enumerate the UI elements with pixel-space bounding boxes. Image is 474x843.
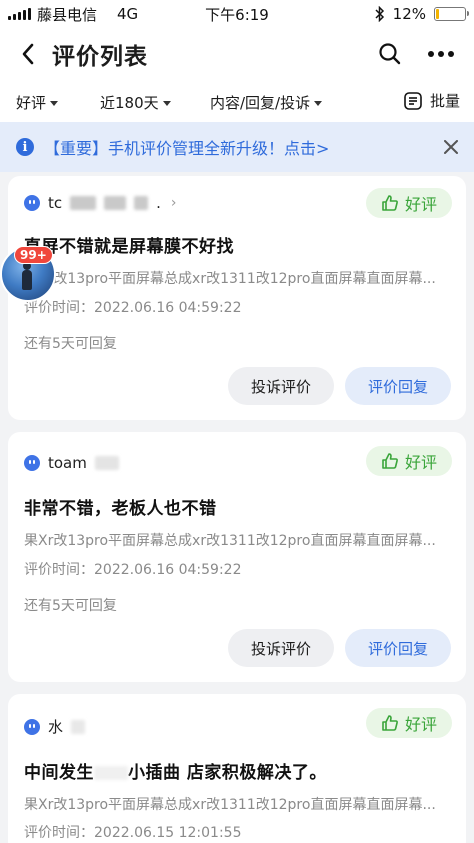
- reply-deadline: 还有5天可回复: [24, 598, 117, 614]
- masked-name: [104, 196, 127, 210]
- reply-button[interactable]: 评价回复: [345, 629, 451, 667]
- review-time: 评价时间：2022.06.16 04:59:22: [24, 562, 242, 578]
- user-icon: [24, 455, 40, 471]
- unread-count-badge: 99+: [14, 246, 53, 264]
- network-type: 4G: [117, 5, 139, 23]
- review-content: 直屏不错就是屏幕膜不好找: [24, 237, 234, 257]
- complain-button[interactable]: 投诉评价: [228, 367, 334, 405]
- period-filter[interactable]: 近180天: [100, 92, 171, 113]
- carrier-name: 藤县电信: [37, 5, 98, 24]
- masked-name: [134, 196, 149, 210]
- close-icon[interactable]: [442, 138, 460, 156]
- good-review-badge: 好评: [366, 188, 452, 218]
- search-icon[interactable]: [376, 40, 404, 68]
- review-card: 水 好评 中间发生 小插曲 店家积极解决了。 果Xr改13pro平面屏幕总成xr改…: [8, 694, 466, 843]
- review-content-part: 小插曲 店家积极解决了。: [128, 763, 327, 783]
- badge-label: 好评: [404, 195, 437, 214]
- battery-percent: 12%: [392, 5, 426, 23]
- caret-down-icon: [162, 101, 171, 106]
- review-card: toam 好评 非常不错，老板人也不错 果Xr改13pro平面屏幕总成xr改13…: [8, 432, 466, 682]
- review-content: 非常不错，老板人也不错: [24, 499, 217, 519]
- good-review-badge: 好评: [366, 708, 452, 738]
- badge-label: 好评: [404, 715, 437, 734]
- review-card: tc . › 好评 直屏不错就是屏幕膜不好找 果Xr改13pro平面屏幕总成xr…: [8, 176, 466, 420]
- reply-button[interactable]: 评价回复: [345, 367, 451, 405]
- reviewer-name-suffix: .: [156, 194, 161, 212]
- complain-button[interactable]: 投诉评价: [228, 629, 334, 667]
- type-filter[interactable]: 内容/回复/投诉: [210, 92, 323, 113]
- reviewer-row: tc . ›: [24, 194, 177, 212]
- masked-name: [71, 719, 86, 734]
- reviewer-name: 水: [48, 718, 64, 736]
- chevron-right-icon[interactable]: ›: [171, 195, 177, 211]
- status-bar: 藤县电信 4G 下午6:19 12%: [0, 0, 474, 28]
- reviewer-name: toam: [48, 454, 87, 472]
- page-title: 评价列表: [52, 44, 148, 70]
- product-title[interactable]: 果Xr改13pro平面屏幕总成xr改1311改12pro直面屏幕直面屏幕...: [24, 794, 448, 814]
- info-icon: i: [16, 138, 34, 156]
- reply-deadline: 还有5天可回复: [24, 336, 117, 352]
- back-arrow-icon[interactable]: [16, 42, 40, 66]
- type-filter-label: 内容/回复/投诉: [210, 94, 311, 112]
- review-time: 评价时间：2022.06.15 12:01:55: [24, 825, 242, 841]
- review-content-part: 中间发生: [24, 763, 94, 783]
- batch-button[interactable]: 批量: [404, 90, 460, 111]
- good-review-badge: 好评: [366, 446, 452, 476]
- thumbs-up-icon: [382, 453, 398, 469]
- nav-bar: 评价列表: [0, 28, 474, 80]
- user-icon: [24, 718, 40, 735]
- period-filter-label: 近180天: [100, 94, 159, 112]
- review-time: 评价时间：2022.06.16 04:59:22: [24, 300, 242, 316]
- notice-text[interactable]: 【重要】手机评价管理全新升级！点击>: [44, 135, 329, 159]
- rating-filter[interactable]: 好评: [16, 92, 59, 113]
- rating-filter-label: 好评: [16, 94, 47, 112]
- signal-icon: [8, 8, 31, 20]
- more-icon[interactable]: [426, 40, 456, 68]
- badge-label: 好评: [404, 453, 437, 472]
- floating-message-avatar[interactable]: 99+: [0, 246, 56, 302]
- review-content: 中间发生 小插曲 店家积极解决了。: [24, 758, 327, 783]
- filter-bar: 好评 近180天 内容/回复/投诉 批量: [0, 80, 474, 122]
- bluetooth-icon: [375, 6, 384, 22]
- upgrade-notice[interactable]: i 【重要】手机评价管理全新升级！点击>: [0, 122, 474, 172]
- thumbs-up-icon: [382, 715, 398, 731]
- batch-list-icon: [404, 91, 422, 110]
- caret-down-icon: [50, 101, 59, 106]
- reviewer-name: tc: [48, 194, 63, 212]
- user-icon: [24, 195, 40, 211]
- masked-name: [70, 196, 97, 210]
- battery-icon: [434, 7, 469, 21]
- thumbs-up-icon: [382, 195, 398, 211]
- caret-down-icon: [314, 101, 323, 106]
- product-title[interactable]: 果Xr改13pro平面屏幕总成xr改1311改12pro直面屏幕直面屏幕...: [24, 530, 448, 550]
- masked-name: [94, 456, 119, 470]
- product-title[interactable]: 果Xr改13pro平面屏幕总成xr改1311改12pro直面屏幕直面屏幕...: [24, 268, 448, 288]
- batch-label: 批量: [429, 92, 460, 110]
- avatar-figure: [22, 262, 32, 290]
- reviewer-row: 水: [24, 716, 86, 737]
- masked-text: [94, 766, 128, 780]
- reviewer-row: toam: [24, 454, 119, 472]
